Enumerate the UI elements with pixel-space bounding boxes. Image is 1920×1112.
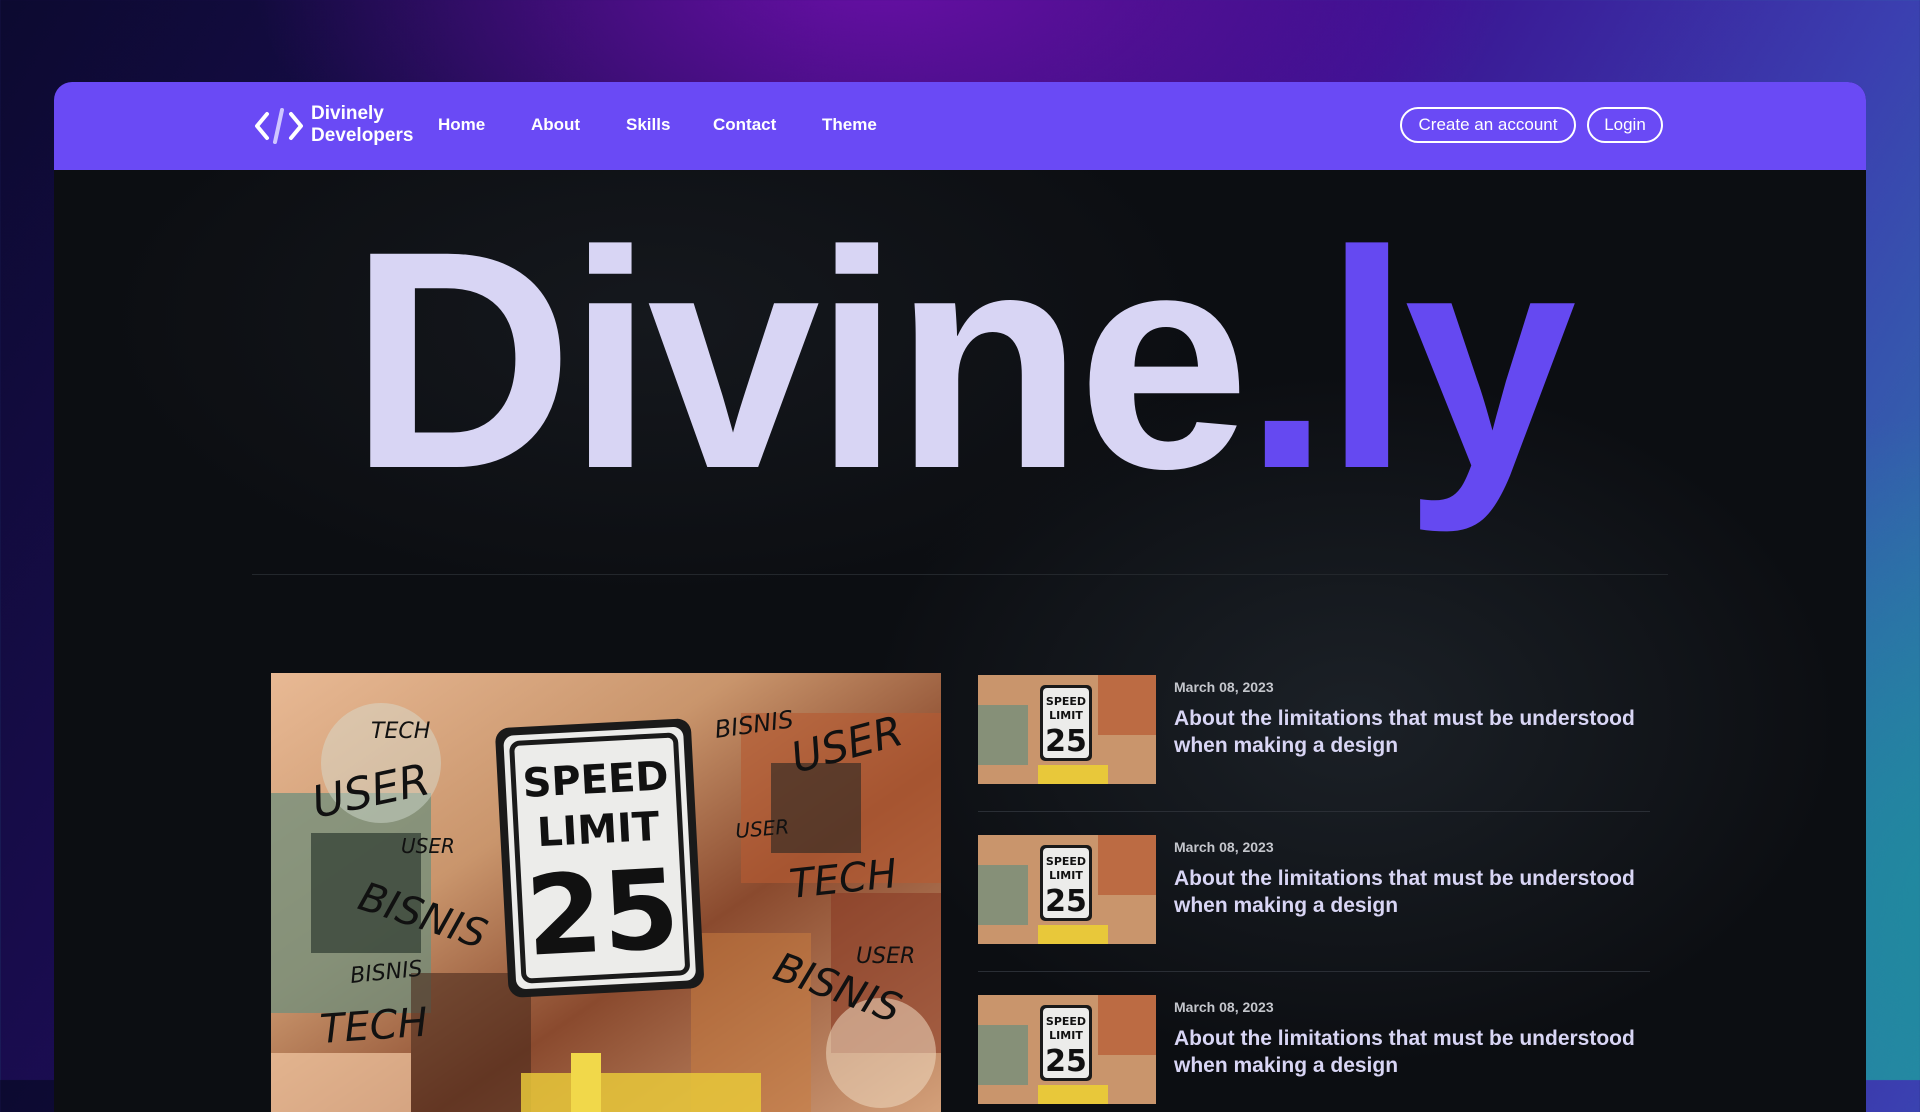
post-separator [978,811,1650,812]
svg-text:USER: USER [856,944,915,969]
brand-line-2: Developers [311,125,414,146]
svg-text:LIMIT: LIMIT [1049,1029,1083,1042]
post-item[interactable]: SPEED LIMIT 25 March 08, 2023 About the … [978,675,1650,835]
code-brackets-icon[interactable] [251,104,307,148]
browser-window: Divinely Developers Home About Skills Co… [54,82,1866,1112]
post-thumbnail[interactable]: SPEED LIMIT 25 [978,835,1156,944]
svg-text:LIMIT: LIMIT [1049,869,1083,882]
hero-accent-text: ly [1323,186,1577,533]
post-thumbnail[interactable]: SPEED LIMIT 25 [978,675,1156,784]
nav-skills[interactable]: Skills [626,115,670,135]
main-content: Divine.ly SPEED LIMIT 25 TECH USER USER … [54,170,1866,1112]
nav-contact[interactable]: Contact [713,115,776,135]
svg-text:25: 25 [1045,884,1087,919]
post-thumbnail[interactable]: SPEED LIMIT 25 [978,995,1156,1104]
nav-home[interactable]: Home [438,115,485,135]
post-date: March 08, 2023 [1174,999,1274,1015]
top-navbar: Divinely Developers Home About Skills Co… [54,82,1866,170]
post-title-link[interactable]: About the limitations that must be under… [1174,1025,1644,1079]
brand-name[interactable]: Divinely Developers [311,103,413,147]
post-title-link[interactable]: About the limitations that must be under… [1174,705,1644,759]
brand-line-1: Divinely [311,103,384,124]
svg-text:USER: USER [734,814,790,843]
svg-text:USER: USER [401,834,455,858]
svg-text:25: 25 [1045,1044,1087,1079]
post-item[interactable]: SPEED LIMIT 25 March 08, 2023 About the … [978,835,1650,995]
hero-dot: . [1243,186,1330,533]
svg-text:LIMIT: LIMIT [1049,709,1083,722]
create-account-button[interactable]: Create an account [1400,107,1576,143]
hero-main-text: Divine [349,186,1250,533]
hero-section: Divine.ly [54,170,1866,580]
post-item[interactable]: SPEED LIMIT 25 March 08, 2023 About the … [978,995,1650,1112]
svg-text:SPEED: SPEED [1046,855,1086,868]
sign-number: 25 [523,845,683,981]
hero-wordmark: Divine.ly [54,180,1866,540]
section-divider [252,574,1668,575]
svg-text:TECH: TECH [318,1000,429,1053]
post-date: March 08, 2023 [1174,679,1274,695]
login-button[interactable]: Login [1587,107,1663,143]
svg-text:SPEED: SPEED [1046,1015,1086,1028]
post-title-link[interactable]: About the limitations that must be under… [1174,865,1644,919]
svg-text:25: 25 [1045,724,1087,759]
featured-post-image[interactable]: SPEED LIMIT 25 TECH USER USER BISNIS BIS… [271,673,941,1112]
post-separator [978,971,1650,972]
sign-line-1: SPEED [522,753,670,807]
nav-about[interactable]: About [531,115,580,135]
svg-text:TECH: TECH [371,719,430,744]
nav-theme[interactable]: Theme [822,115,877,135]
svg-text:SPEED: SPEED [1046,695,1086,708]
post-date: March 08, 2023 [1174,839,1274,855]
